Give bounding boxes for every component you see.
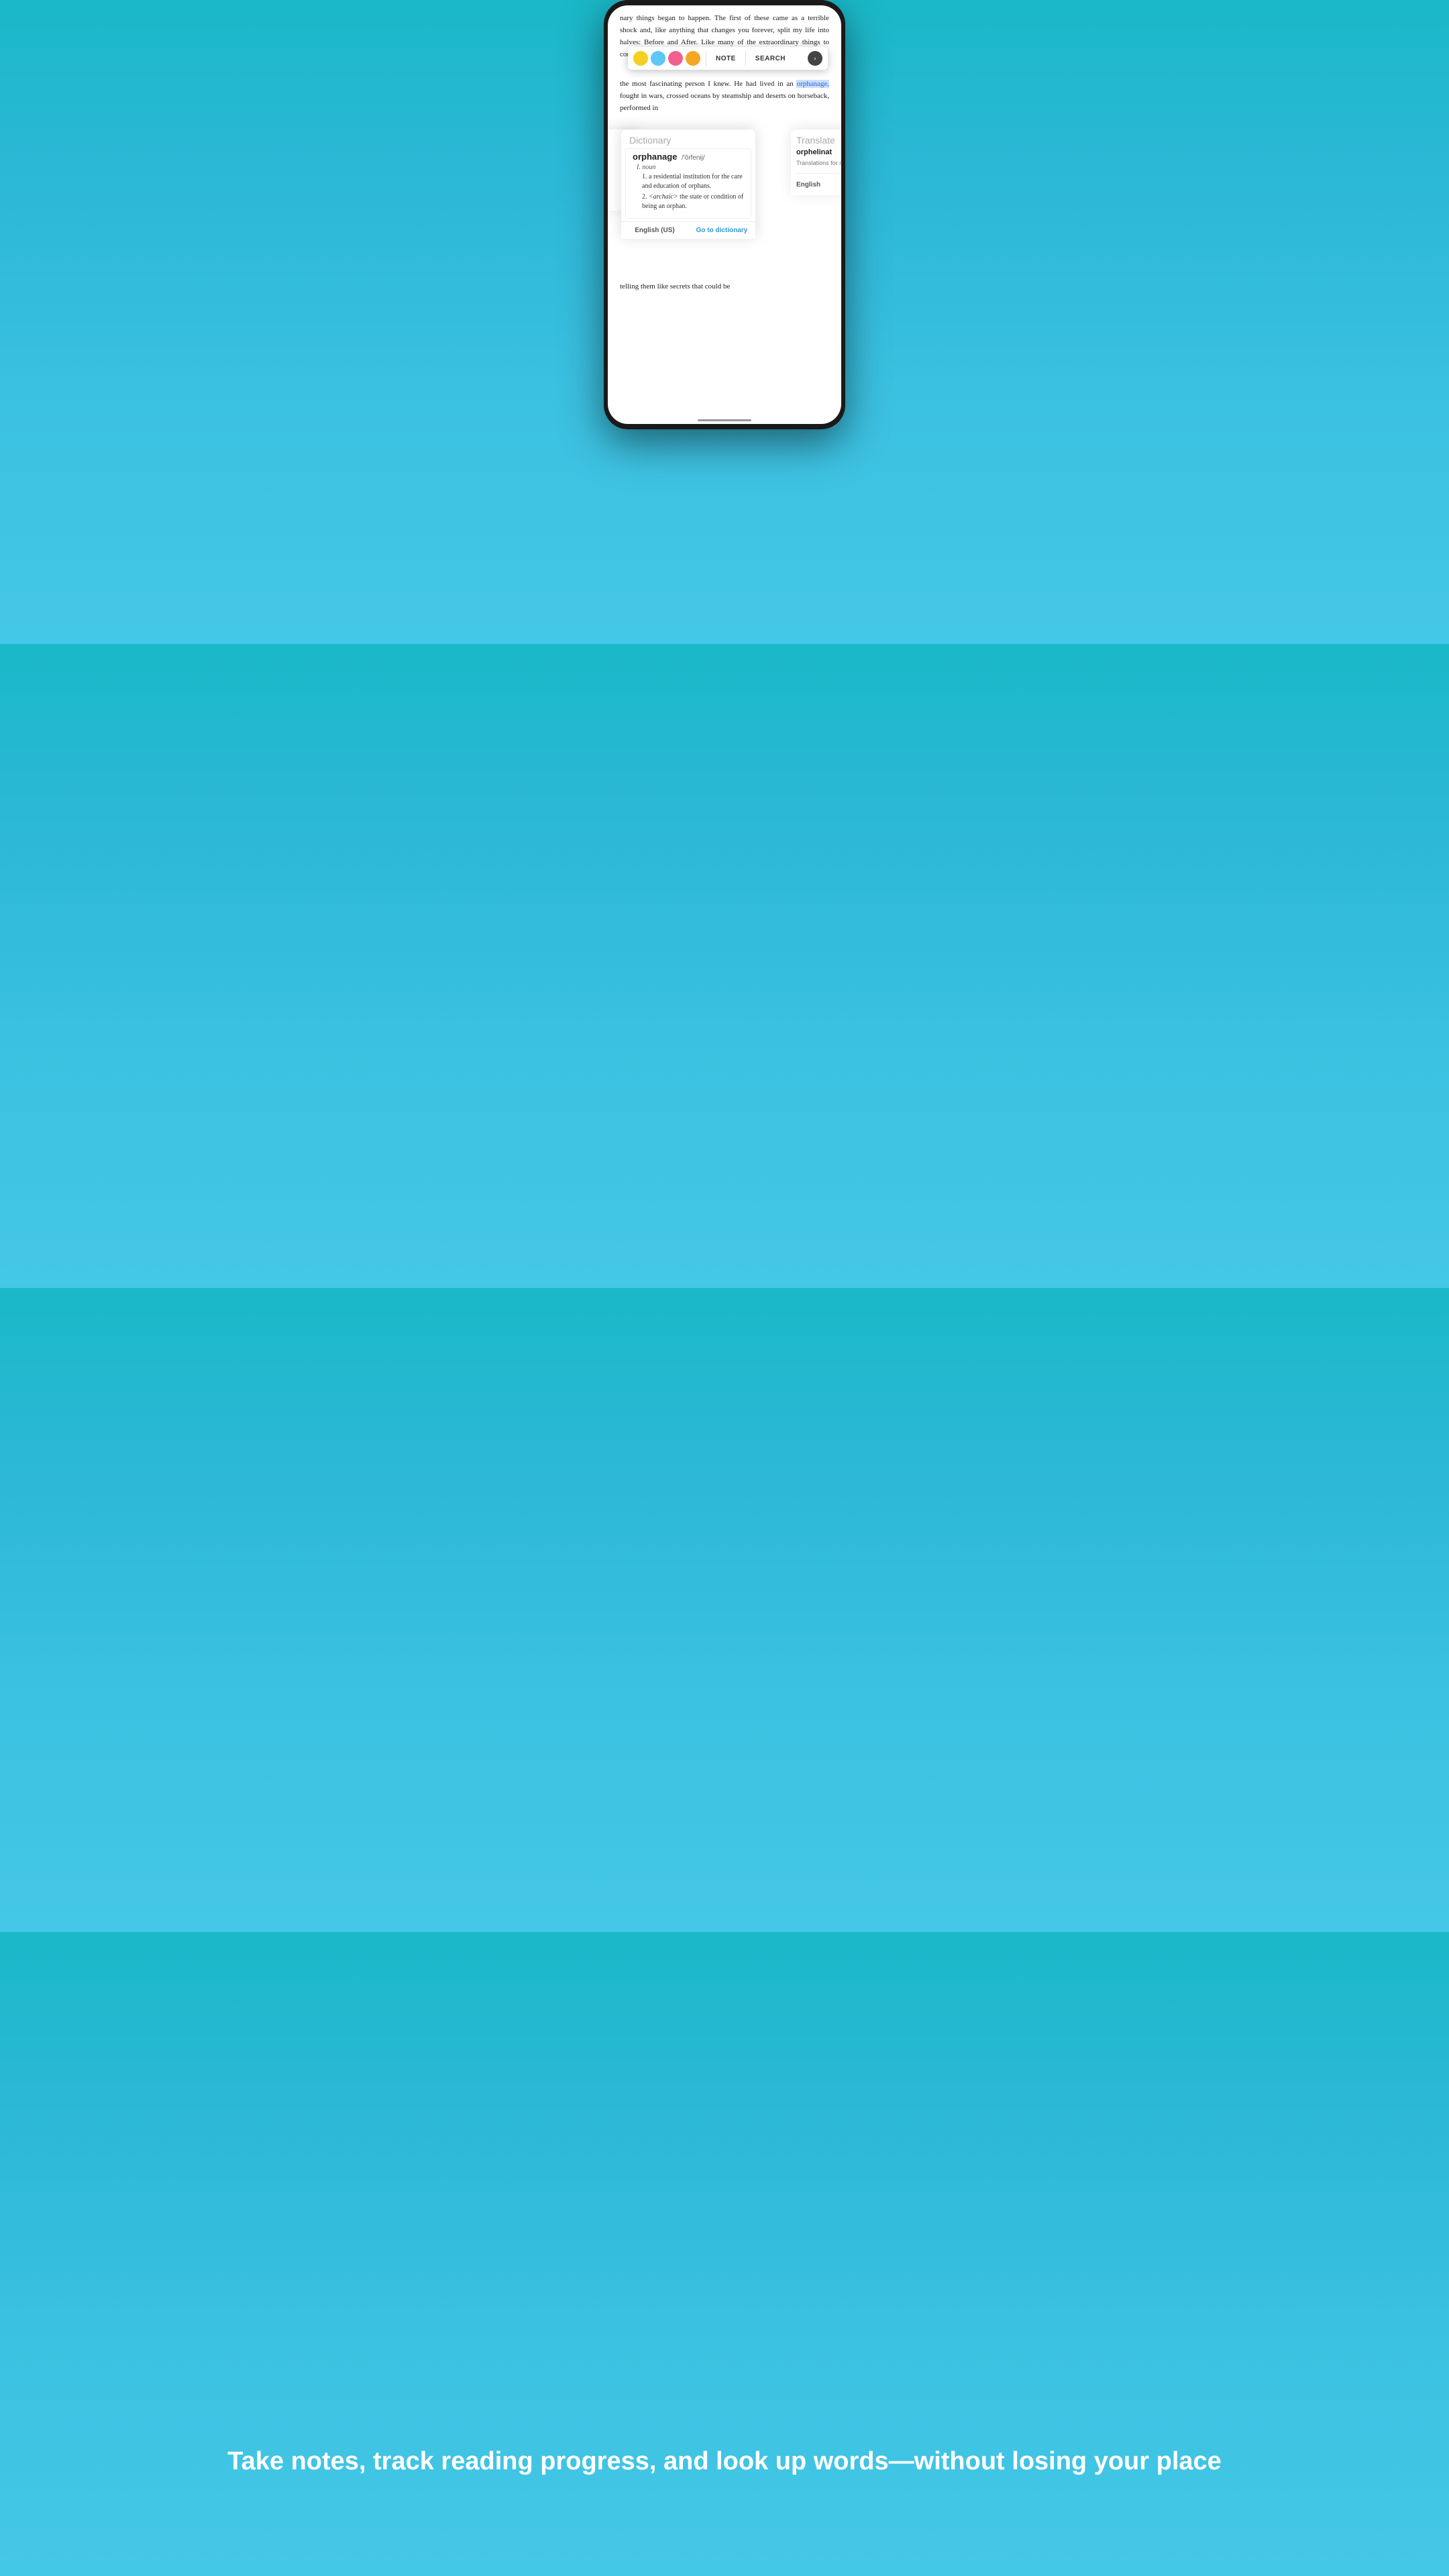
dict-word: orphanage (633, 152, 677, 162)
color-blue[interactable] (651, 51, 665, 66)
book-text-lower: telling them like secrets that could be (620, 280, 829, 292)
dict-definition-2: 2. <archaic> the state or condition of b… (642, 193, 744, 211)
search-button[interactable]: SEARCH (751, 54, 790, 64)
book-text-mid: the most fascinating person I knew. He h… (620, 78, 829, 114)
color-pink[interactable] (668, 51, 683, 66)
dictionary-header: Dictionary (621, 129, 755, 148)
dict-word-line: orphanage /'ôrfenij/ (633, 152, 744, 162)
dict-definition-1: 1. a residential institution for the car… (642, 172, 744, 191)
book-text-mid-before: the most fascinating person I knew. He h… (620, 80, 794, 88)
dict-pos: I. noun (637, 164, 744, 171)
dictionary-panel: Dictionary orphanage /'ôrfenij/ I. noun … (621, 129, 755, 239)
translate-footer: English (796, 173, 841, 190)
highlighted-word[interactable]: orphanage, (796, 80, 829, 88)
translate-subtext: Translations for more, visit w (796, 159, 841, 168)
translate-word: orphelinat (796, 148, 841, 156)
tagline-section: Take notes, track reading progress, and … (0, 2348, 1449, 2576)
translate-panel: Translate orphelinat Translations for mo… (791, 129, 841, 195)
toolbar-divider2 (745, 51, 746, 66)
dictionary-content: orphanage /'ôrfenij/ I. noun 1. a reside… (625, 148, 751, 219)
translate-header: Translate (796, 135, 841, 146)
phone-screen: nary things began to happen. The first o… (608, 5, 841, 424)
go-to-dictionary-button[interactable]: Go to dictionary (688, 222, 755, 239)
tagline-text: Take notes, track reading progress, and … (227, 2446, 1222, 2478)
phone-body: nary things began to happen. The first o… (604, 0, 845, 429)
note-button[interactable]: NOTE (712, 54, 740, 64)
color-orange[interactable] (686, 51, 700, 66)
color-yellow[interactable] (633, 51, 648, 66)
more-button[interactable]: › (808, 51, 822, 66)
english-button[interactable]: English (796, 181, 820, 189)
dict-pronunciation: /'ôrfenij/ (682, 154, 705, 162)
highlight-toolbar: NOTE SEARCH › (628, 47, 828, 70)
dictionary-footer: English (US) Go to dictionary (621, 221, 755, 239)
book-text-mid-after: fought in wars, crossed oceans by steams… (620, 92, 829, 112)
phone-frame: nary things began to happen. The first o… (604, 0, 845, 429)
home-indicator (698, 419, 751, 421)
english-us-button[interactable]: English (US) (621, 222, 688, 239)
